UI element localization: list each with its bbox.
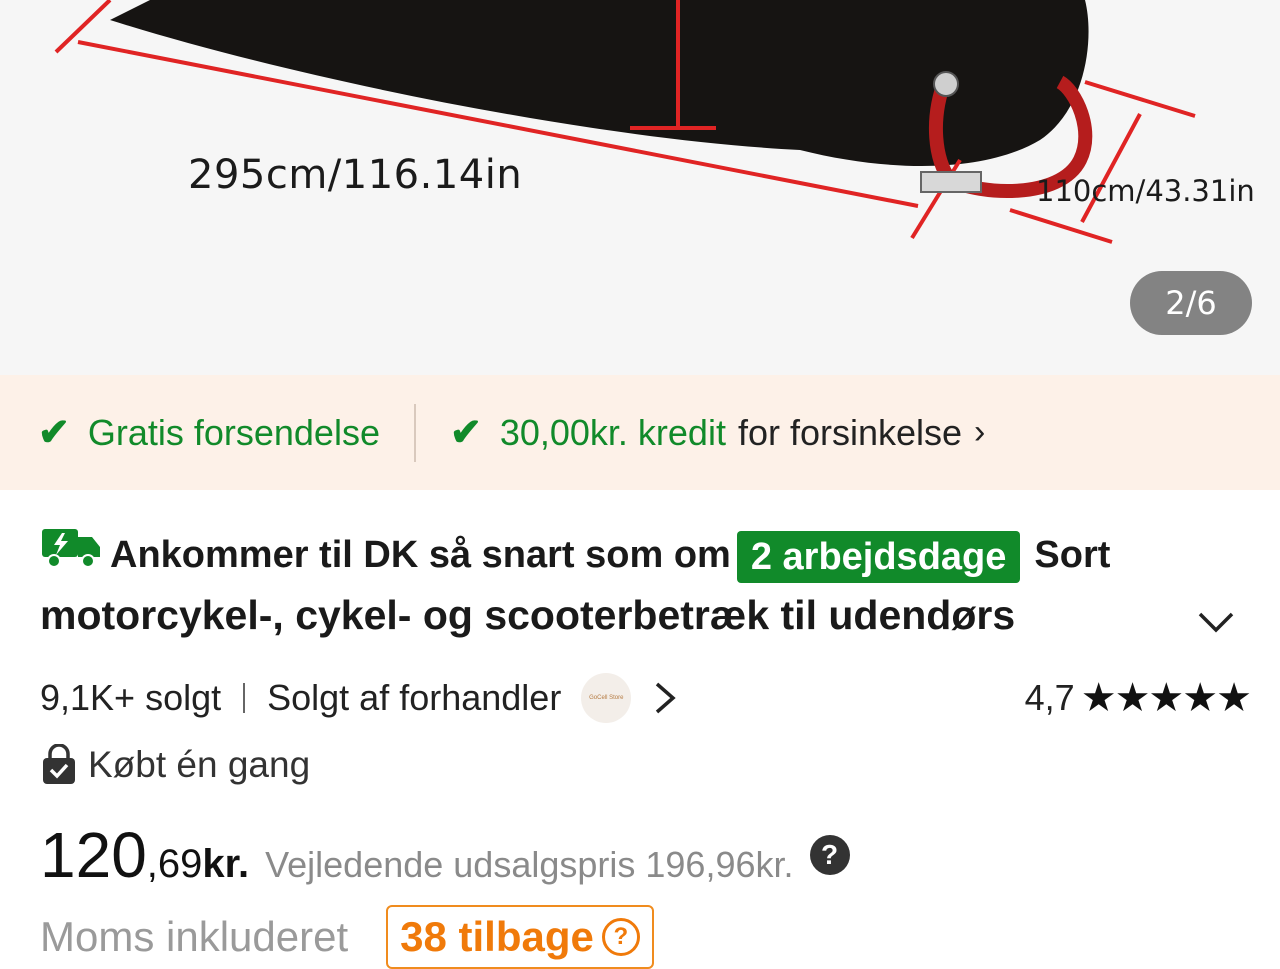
arrival-text: Ankommer til DK så snart som om xyxy=(110,534,731,576)
meta-divider xyxy=(243,683,246,713)
seller-logo[interactable]: GoCell Store xyxy=(581,673,632,723)
bought-once-label: Købt én gang xyxy=(88,744,311,785)
price-integer: 120 xyxy=(40,819,147,891)
product-title-line2: motorcykel-, cykel- og scooterbetræk til… xyxy=(40,592,1016,638)
rrp-label: Vejledende udsalgspris xyxy=(265,844,636,885)
price-decimal: ,69 xyxy=(146,842,203,886)
check-icon: ✔ xyxy=(449,412,482,454)
price-row: 120 ,69 kr. Vejledende udsalgspris 196,9… xyxy=(40,818,850,892)
height-dimension-label: 110cm/43.31in xyxy=(1036,174,1255,208)
delay-credit-benefit[interactable]: ✔ 30,00kr. kredit for forsinkelse › xyxy=(450,410,985,455)
expand-chevron-down-icon[interactable] xyxy=(1194,600,1238,644)
image-page-counter: 2/6 xyxy=(1130,271,1252,335)
product-title-line1: Ankommer til DK så snart som om 2 arbejds… xyxy=(40,522,1240,590)
free-shipping-label: Gratis forsendelse xyxy=(87,411,380,453)
vat-row: Moms inkluderet 38 tilbage ? xyxy=(40,905,654,969)
cashback-badge[interactable]: 38 tilbage ? xyxy=(386,905,654,969)
cashback-label: 38 tilbage xyxy=(400,913,594,960)
benefits-divider xyxy=(413,403,416,462)
arrival-badge: 2 arbejdsdage xyxy=(736,530,1021,583)
product-meta-row: 9,1K+ solgt Solgt af forhandler GoCell S… xyxy=(40,672,1252,724)
length-dimension-label: 295cm/116.14in xyxy=(188,152,523,198)
benefits-bar[interactable]: ✔ Gratis forsendelse ✔ 30,00kr. kredit f… xyxy=(0,375,1280,490)
rating-value: 4,7 xyxy=(1024,677,1075,718)
rating[interactable]: 4,7 ★★★★★ xyxy=(1024,675,1252,721)
vat-included-label: Moms inkluderet xyxy=(40,913,349,960)
credit-amount: 30,00kr. kredit xyxy=(499,411,726,453)
shopping-bag-icon xyxy=(43,744,75,784)
check-icon: ✔ xyxy=(38,412,70,454)
delivery-truck-icon xyxy=(40,524,102,590)
credit-suffix: for forsinkelse xyxy=(737,411,963,453)
price-currency: kr. xyxy=(202,842,250,886)
question-mark-icon: ? xyxy=(601,918,640,956)
chevron-right-icon[interactable]: › xyxy=(974,413,985,452)
title-start: Sort xyxy=(1034,534,1111,576)
bought-once-row: Købt én gang xyxy=(40,744,310,786)
question-mark-icon[interactable]: ? xyxy=(809,835,850,875)
product-image-gallery[interactable]: 295cm/116.14in 110cm/43.31in 2/6 xyxy=(0,0,1280,375)
free-shipping-benefit: ✔ Gratis forsendelse xyxy=(38,410,380,455)
rrp-value: 196,96kr. xyxy=(645,844,794,885)
chevron-right-icon[interactable] xyxy=(651,678,679,718)
seller-link[interactable]: Solgt af forhandler xyxy=(267,677,561,719)
star-rating-icon: ★★★★★ xyxy=(1080,676,1252,720)
sold-count: 9,1K+ solgt xyxy=(40,677,222,718)
